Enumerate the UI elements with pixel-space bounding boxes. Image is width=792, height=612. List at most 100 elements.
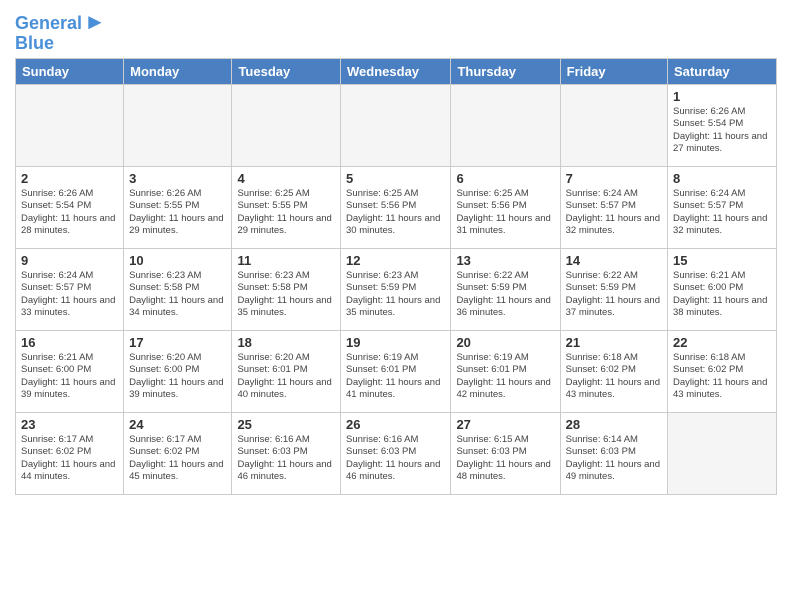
calendar-cell: 4 Sunrise: 6:25 AM Sunset: 5:55 PM Daylig…: [232, 166, 341, 248]
day-number: 25: [237, 417, 335, 432]
calendar-cell: 14 Sunrise: 6:22 AM Sunset: 5:59 PM Dayli…: [560, 248, 667, 330]
weekday-header-friday: Friday: [560, 58, 667, 84]
calendar-cell: 23 Sunrise: 6:17 AM Sunset: 6:02 PM Dayli…: [16, 412, 124, 494]
day-number: 2: [21, 171, 118, 186]
calendar-cell: 24 Sunrise: 6:17 AM Sunset: 6:02 PM Dayli…: [124, 412, 232, 494]
day-number: 1: [673, 89, 771, 104]
day-info: Sunrise: 6:17 AM Sunset: 6:02 PM Dayligh…: [21, 434, 118, 483]
weekday-header-thursday: Thursday: [451, 58, 560, 84]
calendar-cell: 11Sunrise: 6:23 AM Sunset: 5:58 PM Dayli…: [232, 248, 341, 330]
page-container: General► Blue SundayMondayTuesdayWednesd…: [0, 0, 792, 505]
logo-general: General: [15, 13, 82, 33]
weekday-header-tuesday: Tuesday: [232, 58, 341, 84]
calendar-cell: [451, 84, 560, 166]
calendar-cell: 9 Sunrise: 6:24 AM Sunset: 5:57 PM Daylig…: [16, 248, 124, 330]
logo-text: General►: [15, 10, 106, 34]
day-number: 14: [566, 253, 662, 268]
day-info: Sunrise: 6:23 AM Sunset: 5:59 PM Dayligh…: [346, 270, 445, 319]
week-row-3: 16Sunrise: 6:21 AM Sunset: 6:00 PM Dayli…: [16, 330, 777, 412]
day-info: Sunrise: 6:25 AM Sunset: 5:56 PM Dayligh…: [456, 188, 554, 237]
header: General► Blue: [15, 10, 777, 54]
day-number: 16: [21, 335, 118, 350]
day-info: Sunrise: 6:24 AM Sunset: 5:57 PM Dayligh…: [673, 188, 771, 237]
calendar-cell: 18 Sunrise: 6:20 AM Sunset: 6:01 PM Dayli…: [232, 330, 341, 412]
day-info: Sunrise: 6:26 AM Sunset: 5:54 PM Dayligh…: [21, 188, 118, 237]
calendar-cell: 21 Sunrise: 6:18 AM Sunset: 6:02 PM Dayli…: [560, 330, 667, 412]
calendar-cell: 1 Sunrise: 6:26 AM Sunset: 5:54 PM Daylig…: [668, 84, 777, 166]
day-number: 5: [346, 171, 445, 186]
logo-arrow-icon: ►: [84, 9, 106, 34]
calendar-cell: 15Sunrise: 6:21 AM Sunset: 6:00 PM Dayli…: [668, 248, 777, 330]
day-info: Sunrise: 6:14 AM Sunset: 6:03 PM Dayligh…: [566, 434, 662, 483]
day-info: Sunrise: 6:26 AM Sunset: 5:55 PM Dayligh…: [129, 188, 226, 237]
calendar-cell: [16, 84, 124, 166]
weekday-header-monday: Monday: [124, 58, 232, 84]
calendar-cell: [560, 84, 667, 166]
day-number: 3: [129, 171, 226, 186]
weekday-header-saturday: Saturday: [668, 58, 777, 84]
week-row-4: 23 Sunrise: 6:17 AM Sunset: 6:02 PM Dayli…: [16, 412, 777, 494]
calendar-cell: 26Sunrise: 6:16 AM Sunset: 6:03 PM Dayli…: [341, 412, 451, 494]
calendar-cell: 12 Sunrise: 6:23 AM Sunset: 5:59 PM Dayli…: [341, 248, 451, 330]
calendar-cell: 6 Sunrise: 6:25 AM Sunset: 5:56 PM Daylig…: [451, 166, 560, 248]
calendar-cell: 3 Sunrise: 6:26 AM Sunset: 5:55 PM Daylig…: [124, 166, 232, 248]
day-number: 10: [129, 253, 226, 268]
calendar-cell: 25 Sunrise: 6:16 AM Sunset: 6:03 PM Dayli…: [232, 412, 341, 494]
day-info: Sunrise: 6:20 AM Sunset: 6:00 PM Dayligh…: [129, 352, 226, 401]
calendar-cell: 22Sunrise: 6:18 AM Sunset: 6:02 PM Dayli…: [668, 330, 777, 412]
day-number: 11: [237, 253, 335, 268]
day-number: 17: [129, 335, 226, 350]
day-number: 24: [129, 417, 226, 432]
calendar-cell: [232, 84, 341, 166]
day-number: 4: [237, 171, 335, 186]
day-info: Sunrise: 6:24 AM Sunset: 5:57 PM Dayligh…: [566, 188, 662, 237]
day-info: Sunrise: 6:18 AM Sunset: 6:02 PM Dayligh…: [566, 352, 662, 401]
day-info: Sunrise: 6:24 AM Sunset: 5:57 PM Dayligh…: [21, 270, 118, 319]
calendar-cell: 28 Sunrise: 6:14 AM Sunset: 6:03 PM Dayli…: [560, 412, 667, 494]
logo: General► Blue: [15, 10, 106, 54]
day-number: 19: [346, 335, 445, 350]
day-number: 6: [456, 171, 554, 186]
day-info: Sunrise: 6:15 AM Sunset: 6:03 PM Dayligh…: [456, 434, 554, 483]
day-info: Sunrise: 6:25 AM Sunset: 5:55 PM Dayligh…: [237, 188, 335, 237]
day-info: Sunrise: 6:26 AM Sunset: 5:54 PM Dayligh…: [673, 106, 771, 155]
day-number: 13: [456, 253, 554, 268]
day-number: 8: [673, 171, 771, 186]
day-number: 20: [456, 335, 554, 350]
day-number: 15: [673, 253, 771, 268]
calendar-cell: 2 Sunrise: 6:26 AM Sunset: 5:54 PM Daylig…: [16, 166, 124, 248]
calendar-cell: 8 Sunrise: 6:24 AM Sunset: 5:57 PM Daylig…: [668, 166, 777, 248]
day-info: Sunrise: 6:22 AM Sunset: 5:59 PM Dayligh…: [566, 270, 662, 319]
calendar-cell: 20 Sunrise: 6:19 AM Sunset: 6:01 PM Dayli…: [451, 330, 560, 412]
day-info: Sunrise: 6:22 AM Sunset: 5:59 PM Dayligh…: [456, 270, 554, 319]
calendar-cell: 10 Sunrise: 6:23 AM Sunset: 5:58 PM Dayli…: [124, 248, 232, 330]
week-row-2: 9 Sunrise: 6:24 AM Sunset: 5:57 PM Daylig…: [16, 248, 777, 330]
day-number: 23: [21, 417, 118, 432]
day-info: Sunrise: 6:20 AM Sunset: 6:01 PM Dayligh…: [237, 352, 335, 401]
logo-blue: Blue: [15, 34, 106, 54]
calendar-cell: 7 Sunrise: 6:24 AM Sunset: 5:57 PM Daylig…: [560, 166, 667, 248]
day-info: Sunrise: 6:19 AM Sunset: 6:01 PM Dayligh…: [456, 352, 554, 401]
day-number: 27: [456, 417, 554, 432]
day-number: 26: [346, 417, 445, 432]
calendar-cell: 16Sunrise: 6:21 AM Sunset: 6:00 PM Dayli…: [16, 330, 124, 412]
day-info: Sunrise: 6:19 AM Sunset: 6:01 PM Dayligh…: [346, 352, 445, 401]
calendar-cell: 13 Sunrise: 6:22 AM Sunset: 5:59 PM Dayli…: [451, 248, 560, 330]
day-info: Sunrise: 6:18 AM Sunset: 6:02 PM Dayligh…: [673, 352, 771, 401]
week-row-0: 1 Sunrise: 6:26 AM Sunset: 5:54 PM Daylig…: [16, 84, 777, 166]
calendar-cell: 19 Sunrise: 6:19 AM Sunset: 6:01 PM Dayli…: [341, 330, 451, 412]
day-number: 7: [566, 171, 662, 186]
day-number: 12: [346, 253, 445, 268]
day-number: 21: [566, 335, 662, 350]
calendar-cell: 5Sunrise: 6:25 AM Sunset: 5:56 PM Daylig…: [341, 166, 451, 248]
day-number: 28: [566, 417, 662, 432]
day-info: Sunrise: 6:23 AM Sunset: 5:58 PM Dayligh…: [129, 270, 226, 319]
day-number: 18: [237, 335, 335, 350]
week-row-1: 2 Sunrise: 6:26 AM Sunset: 5:54 PM Daylig…: [16, 166, 777, 248]
weekday-header-row: SundayMondayTuesdayWednesdayThursdayFrid…: [16, 58, 777, 84]
day-number: 9: [21, 253, 118, 268]
calendar-cell: [124, 84, 232, 166]
day-info: Sunrise: 6:17 AM Sunset: 6:02 PM Dayligh…: [129, 434, 226, 483]
calendar-cell: [668, 412, 777, 494]
day-info: Sunrise: 6:16 AM Sunset: 6:03 PM Dayligh…: [237, 434, 335, 483]
